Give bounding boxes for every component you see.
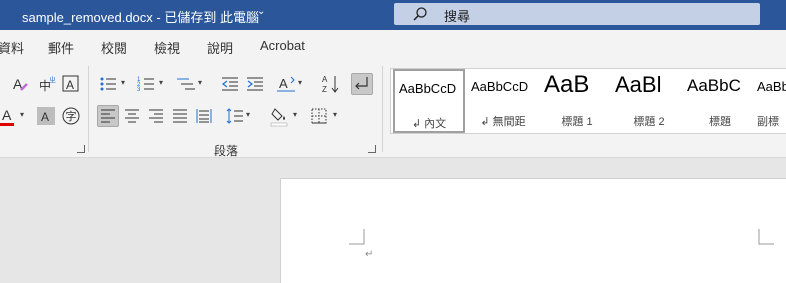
group-separator [88,66,89,152]
svg-text:A: A [41,110,49,124]
style-name: 標題 1 [561,116,593,128]
style-sample: AaBbCcD [399,81,457,96]
phonetic-guide-icon[interactable]: 中ㄓ [37,74,57,94]
tab-references[interactable]: 資料 [0,38,24,57]
tab-help[interactable]: 說明 [207,38,233,57]
increase-indent-icon[interactable] [245,74,265,94]
style-sample: AaBl [615,72,662,97]
svg-text:A: A [322,75,328,84]
ribbon-tabs: 資料 郵件 校閱 檢視 說明 Acrobat [0,30,786,60]
font-color-icon[interactable]: A [0,106,16,128]
font-dialog-launcher-icon[interactable] [77,145,85,153]
style-normal[interactable]: AaBbCcD ↲ 內文 [393,69,465,133]
character-shading-icon[interactable]: A [37,107,55,125]
style-sample: AaB [544,71,590,98]
shading-dropdown-icon[interactable]: ▾ [293,110,297,119]
style-no-spacing[interactable]: AaBbCcD ↲ 無間距 [467,69,539,133]
tab-mailings[interactable]: 郵件 [48,38,74,57]
style-subtitle[interactable]: AaBbC 副標 [755,69,786,133]
paragraph-group-label: 段落 [214,144,239,158]
search-input[interactable]: 搜尋 [444,6,470,25]
clear-format-icon[interactable]: A [10,74,30,94]
svg-text:A: A [279,76,288,91]
document-canvas: ↵ [0,158,786,283]
line-spacing-dropdown-icon[interactable]: ▾ [246,110,250,119]
borders-icon[interactable] [309,106,329,126]
svg-text:A: A [2,107,12,123]
style-name: 標題 2 [633,116,665,128]
sort-icon[interactable]: AZ [321,73,341,95]
document-page[interactable]: ↵ [280,178,786,283]
bullets-dropdown-icon[interactable]: ▾ [121,78,125,87]
tab-view[interactable]: 檢視 [154,38,180,57]
style-name: ↲ 無間距 [480,116,526,128]
style-heading-1[interactable]: AaB 標題 1 [541,69,613,133]
ribbon: A 中ㄓ A A ▾ A 字 ▾ 123 ▾ ▾ A ▾ AZ ▾ ▾ ▾ 段落… [0,60,786,158]
title-bar: sample_removed.docx - 已儲存到 此電腦 ⌄ 搜尋 [0,0,786,30]
svg-text:A: A [66,78,74,92]
line-spacing-icon[interactable] [225,106,245,126]
title-dropdown-icon[interactable]: ⌄ [257,6,265,17]
svg-text:3: 3 [137,87,141,93]
search-icon [413,7,427,21]
justify-icon[interactable] [170,106,190,126]
show-formatting-marks-icon[interactable] [351,73,373,95]
multilevel-list-dropdown-icon[interactable]: ▾ [198,78,202,87]
search-box[interactable]: 搜尋 [394,3,760,25]
svg-text:ㄓ: ㄓ [49,76,56,84]
style-sample: AaBbC [757,79,786,94]
numbering-dropdown-icon[interactable]: ▾ [159,78,163,87]
shading-icon[interactable] [270,105,290,127]
style-heading-2[interactable]: AaBl 標題 2 [613,69,685,133]
style-name: 標題 [709,116,731,128]
style-sample: AaBbC [687,76,741,95]
document-title[interactable]: sample_removed.docx - 已儲存到 此電腦 [22,7,259,26]
asian-layout-icon[interactable]: A [276,74,296,94]
style-title[interactable]: AaBbC 標題 [685,69,755,133]
group-separator [382,66,383,152]
style-sample: AaBbCcD [471,79,529,94]
margin-corner-mark [758,229,774,245]
margin-corner-mark [349,229,365,245]
distributed-icon[interactable] [194,106,214,126]
font-color-dropdown-icon[interactable]: ▾ [20,110,24,119]
paragraph-dialog-launcher-icon[interactable] [368,145,376,153]
tab-acrobat[interactable]: Acrobat [260,38,305,53]
character-border-icon[interactable]: A [61,74,81,94]
style-name: 副標 [757,116,779,128]
decrease-indent-icon[interactable] [220,74,240,94]
borders-dropdown-icon[interactable]: ▾ [333,110,337,119]
align-center-icon[interactable] [122,106,142,126]
style-name: ↲ 內文 [411,118,447,130]
asian-layout-dropdown-icon[interactable]: ▾ [298,78,302,87]
svg-text:字: 字 [66,109,77,123]
enclose-characters-icon[interactable]: 字 [61,106,81,126]
styles-gallery: AaBbCcD ↲ 內文 AaBbCcD ↲ 無間距 AaB 標題 1 AaBl… [390,68,786,134]
multilevel-list-icon[interactable] [175,74,197,94]
numbering-icon[interactable]: 123 [136,74,158,94]
bullets-icon[interactable] [98,74,120,94]
paragraph-mark: ↵ [365,249,374,260]
align-right-icon[interactable] [146,106,166,126]
align-left-icon[interactable] [97,105,119,127]
svg-text:Z: Z [322,85,327,94]
tab-review[interactable]: 校閱 [101,38,127,57]
